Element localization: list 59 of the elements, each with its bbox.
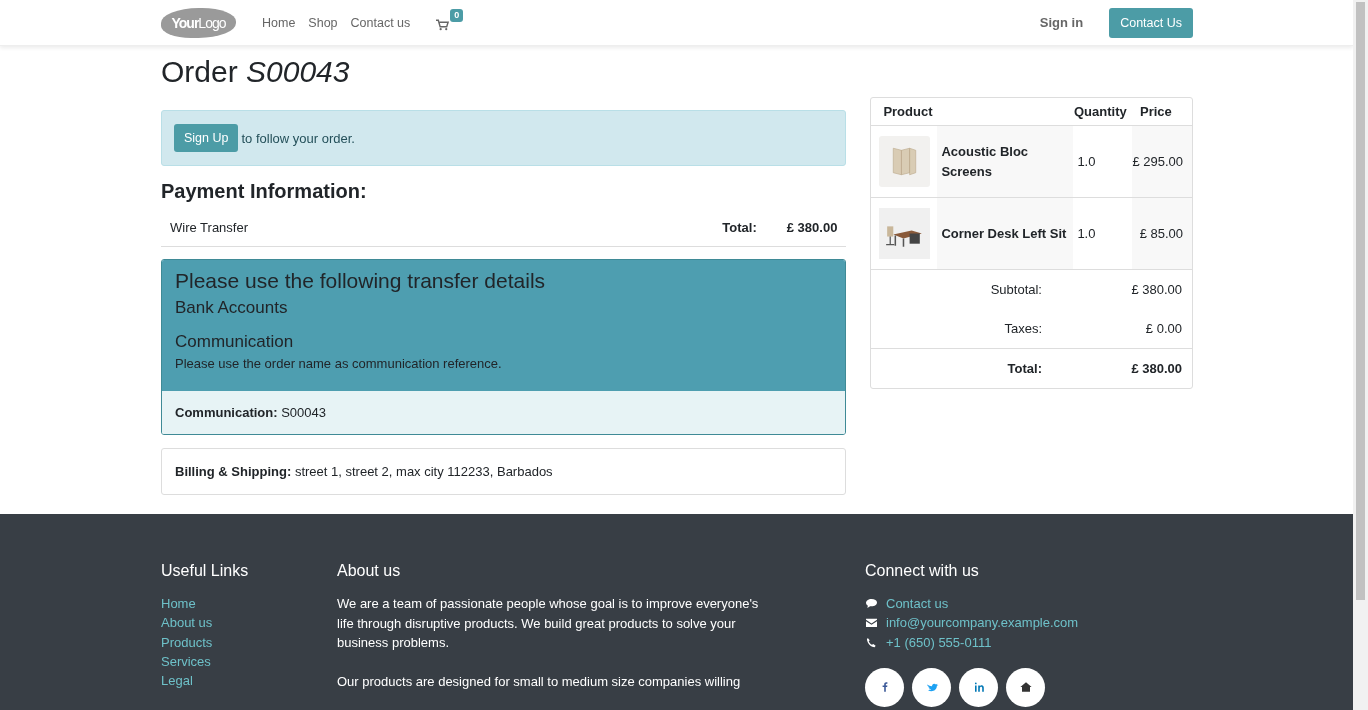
footer-heading: Useful Links <box>161 562 250 580</box>
total-value: £ 0.00 <box>1144 321 1182 336</box>
about-paragraph: We are a team of passionate people whose goal is to improve everyone's life through disruptive products. We build great products to solve your business problems. <box>337 595 760 652</box>
communication-text: Communication: S00043 <box>175 405 326 420</box>
footer-link[interactable]: Products <box>161 632 337 652</box>
total-value: £ 380.00 <box>1130 282 1182 297</box>
mail-icon <box>865 617 878 629</box>
contact-link[interactable]: +1 (650) 555-0111 <box>886 632 992 652</box>
footer-heading: Connect with us <box>865 562 980 580</box>
footer-heading: About us <box>337 562 402 580</box>
panel-subheading: Communication <box>175 331 295 353</box>
price-cell: £ 295.00 <box>1132 126 1192 197</box>
logo[interactable]: YourLogo <box>161 7 236 38</box>
about-paragraph: Our products are designed for small to medium size companies willing <box>337 672 742 691</box>
contact-link[interactable]: Contact us <box>886 594 949 614</box>
room-divider-photo <box>878 136 930 187</box>
social-button[interactable] <box>912 667 951 707</box>
quantity-cell-text: 1.0 <box>1076 153 1097 171</box>
footer-link[interactable]: Services <box>161 651 337 672</box>
cart-icon[interactable] <box>436 18 450 31</box>
column-header: Quantity <box>1074 104 1128 119</box>
sign-in-link[interactable]: Sign in <box>1039 15 1084 30</box>
footer-link[interactable]: Home <box>161 594 337 614</box>
quantity-cell-text: 1.0 <box>1076 225 1097 243</box>
phone-icon <box>865 636 878 648</box>
total-label: Subtotal: <box>989 282 1042 297</box>
sign-up-button[interactable]: Sign Up <box>174 124 239 152</box>
nav-link[interactable]: Contact us <box>350 15 411 30</box>
address-text: Billing & Shipping: street 1, street 2, max city 112233, Barbados <box>175 464 553 479</box>
chat-icon <box>865 598 878 610</box>
panel-note: Please use the order name as communication reference. <box>175 356 503 371</box>
total-value: £ 380.00 <box>1130 361 1182 376</box>
footer-link[interactable]: Legal <box>161 671 337 691</box>
total-label: Total: <box>722 220 757 235</box>
product-name: Acoustic Bloc Screens <box>937 126 1074 197</box>
order-title: Order S00043 <box>161 54 351 90</box>
total-label: Taxes: <box>1003 321 1042 336</box>
total-value: £ 380.00 <box>786 220 838 235</box>
social-button[interactable] <box>959 667 998 707</box>
scrollbar-thumb[interactable] <box>1356 2 1365 600</box>
nav-link[interactable]: Home <box>262 15 296 30</box>
cart-count: 0 <box>450 8 464 22</box>
social-button[interactable] <box>865 667 904 707</box>
alert-text: to follow your order. <box>241 130 355 146</box>
column-header: Price <box>1140 104 1173 119</box>
nav-link[interactable]: Shop <box>308 15 338 30</box>
total-label: Total: <box>1006 361 1042 376</box>
column-header: Product <box>882 104 934 119</box>
panel-subheading: Bank Accounts <box>175 297 289 319</box>
panel-heading: Please use the following transfer details <box>175 268 547 294</box>
payment-method: Wire Transfer <box>170 220 248 235</box>
footer-link[interactable]: About us <box>161 613 337 633</box>
product-name: Corner Desk Left Sit <box>937 198 1074 269</box>
social-button[interactable] <box>1006 667 1045 707</box>
desk-photo <box>878 208 930 259</box>
price-cell: £ 85.00 <box>1132 198 1192 269</box>
contact-us-button[interactable]: Contact Us <box>1109 7 1193 38</box>
section-heading: Payment Information: <box>161 180 368 203</box>
contact-link[interactable]: info@yourcompany.example.com <box>886 613 1079 633</box>
